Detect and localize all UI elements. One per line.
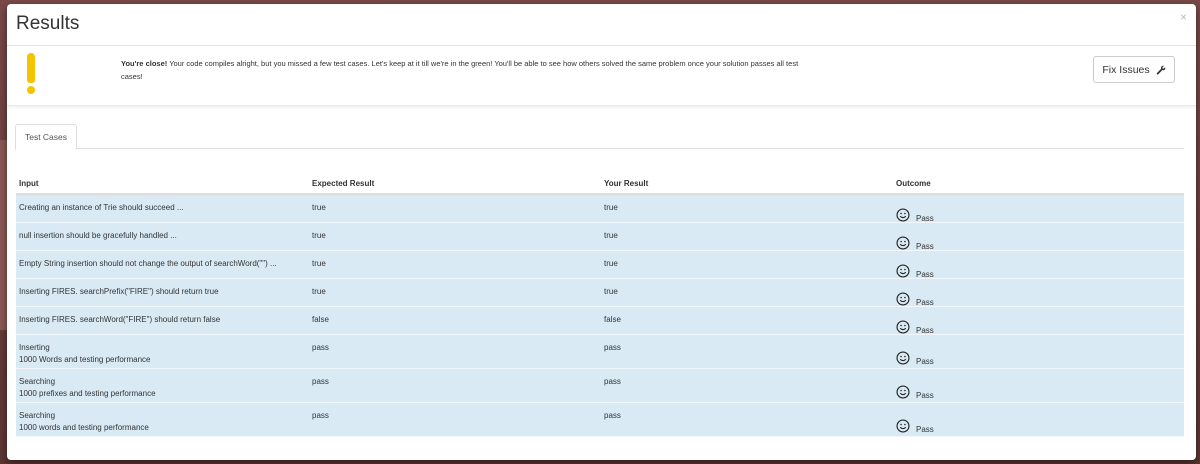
table-header: Input Expected Result Your Result Outcom… bbox=[16, 174, 1184, 195]
cell-expected: pass bbox=[312, 343, 329, 352]
modal-title: Results bbox=[16, 13, 80, 34]
outcome-label: Pass bbox=[916, 356, 934, 366]
smiley-icon bbox=[896, 419, 910, 433]
input-text: 1000 Words and testing performance bbox=[19, 355, 151, 364]
alert-message: You're close! Your code compiles alright… bbox=[121, 57, 801, 83]
modal-header: Results × bbox=[7, 4, 1196, 46]
close-button[interactable]: × bbox=[1180, 10, 1187, 24]
cell-input: Searching 1000 prefixes and testing perfo… bbox=[16, 369, 309, 402]
input-text: null insertion should be gracefully hand… bbox=[19, 231, 177, 240]
table-row: Searching 1000 words and testing performa… bbox=[16, 403, 1184, 437]
header-expected: Expected Result bbox=[312, 179, 375, 188]
results-table: Input Expected Result Your Result Outcom… bbox=[16, 174, 1184, 437]
smiley-icon bbox=[896, 264, 910, 278]
smiley-icon bbox=[896, 351, 910, 365]
smiley-icon bbox=[896, 320, 910, 334]
outcome-label: Pass bbox=[916, 424, 934, 434]
fix-issues-button[interactable]: Fix Issues bbox=[1093, 56, 1175, 83]
alert-panel: You're close! Your code compiles alright… bbox=[7, 46, 1196, 106]
cell-expected: true bbox=[312, 259, 326, 268]
cell-outcome: Pass bbox=[893, 307, 1184, 335]
input-text: Empty String insertion should not change… bbox=[19, 259, 277, 268]
outcome-label: Pass bbox=[916, 269, 934, 279]
input-text: Searching bbox=[19, 377, 56, 386]
cell-input: Searching 1000 words and testing performa… bbox=[16, 403, 309, 436]
cell-your-result: false bbox=[604, 315, 621, 324]
cell-input: Inserting 1000 Words and testing performa… bbox=[16, 335, 309, 368]
cell-input: Inserting FIRES. searchWord("FIRE") shou… bbox=[16, 307, 309, 334]
wrench-icon bbox=[1156, 65, 1165, 74]
tab-test-cases[interactable]: Test Cases bbox=[15, 124, 77, 150]
cell-expected: pass bbox=[312, 377, 329, 386]
cell-your-result: true bbox=[604, 203, 618, 212]
cell-your-result: pass bbox=[604, 411, 621, 420]
alert-strong: You're close! bbox=[121, 59, 168, 68]
smiley-icon bbox=[896, 385, 910, 399]
cell-outcome: Pass bbox=[893, 251, 1184, 279]
cell-your-result: true bbox=[604, 231, 618, 240]
cell-outcome: Pass bbox=[893, 335, 1184, 368]
outcome-label: Pass bbox=[916, 213, 934, 223]
cell-outcome: Pass bbox=[893, 403, 1184, 436]
cell-your-result: true bbox=[604, 259, 618, 268]
cell-outcome: Pass bbox=[893, 195, 1184, 223]
smiley-icon bbox=[896, 292, 910, 306]
outcome-label: Pass bbox=[916, 297, 934, 307]
cell-your-result: true bbox=[604, 287, 618, 296]
cell-expected: true bbox=[312, 287, 326, 296]
input-text: Inserting FIRES. searchPrefix("FIRE") sh… bbox=[19, 287, 219, 296]
outcome-label: Pass bbox=[916, 241, 934, 251]
table-row: null insertion should be gracefully hand… bbox=[16, 223, 1184, 251]
header-your-result: Your Result bbox=[604, 179, 649, 188]
table-row: Creating an instance of Trie should succ… bbox=[16, 195, 1184, 223]
input-text: Creating an instance of Trie should succ… bbox=[19, 203, 184, 212]
input-text: Inserting FIRES. searchWord("FIRE") shou… bbox=[19, 315, 221, 324]
table-row: Inserting FIRES. searchWord("FIRE") shou… bbox=[16, 307, 1184, 335]
table-row: Inserting FIRES. searchPrefix("FIRE") sh… bbox=[16, 279, 1184, 307]
cell-outcome: Pass bbox=[893, 369, 1184, 402]
cell-expected: pass bbox=[312, 411, 329, 420]
outcome-label: Pass bbox=[916, 325, 934, 335]
table-row: Inserting 1000 Words and testing performa… bbox=[16, 335, 1184, 369]
input-text: Searching bbox=[19, 411, 56, 420]
header-input: Input bbox=[19, 179, 39, 188]
outcome-label: Pass bbox=[916, 390, 934, 400]
cell-expected: true bbox=[312, 231, 326, 240]
smiley-icon bbox=[896, 236, 910, 250]
cell-your-result: pass bbox=[604, 343, 621, 352]
input-text: 1000 words and testing performance bbox=[19, 423, 149, 432]
tab-bar: Test Cases bbox=[15, 124, 1184, 150]
input-text: Inserting bbox=[19, 343, 50, 352]
smiley-icon bbox=[896, 208, 910, 222]
table-row: Searching 1000 prefixes and testing perfo… bbox=[16, 369, 1184, 403]
cell-expected: true bbox=[312, 203, 326, 212]
cell-input: Inserting FIRES. searchPrefix("FIRE") sh… bbox=[16, 279, 309, 306]
table-row: Empty String insertion should not change… bbox=[16, 251, 1184, 279]
cell-outcome: Pass bbox=[893, 223, 1184, 251]
results-modal: Results × You're close! Your code compil… bbox=[7, 4, 1196, 460]
cell-expected: false bbox=[312, 315, 329, 324]
fix-issues-label: Fix Issues bbox=[1102, 63, 1150, 76]
exclamation-icon bbox=[24, 53, 38, 99]
cell-outcome: Pass bbox=[893, 279, 1184, 307]
cell-input: Creating an instance of Trie should succ… bbox=[16, 195, 309, 222]
alert-body: Your code compiles alright, but you miss… bbox=[121, 59, 799, 81]
input-text: 1000 prefixes and testing performance bbox=[19, 389, 156, 398]
cell-your-result: pass bbox=[604, 377, 621, 386]
cell-input: null insertion should be gracefully hand… bbox=[16, 223, 309, 250]
cell-input: Empty String insertion should not change… bbox=[16, 251, 309, 278]
header-outcome: Outcome bbox=[896, 179, 931, 188]
